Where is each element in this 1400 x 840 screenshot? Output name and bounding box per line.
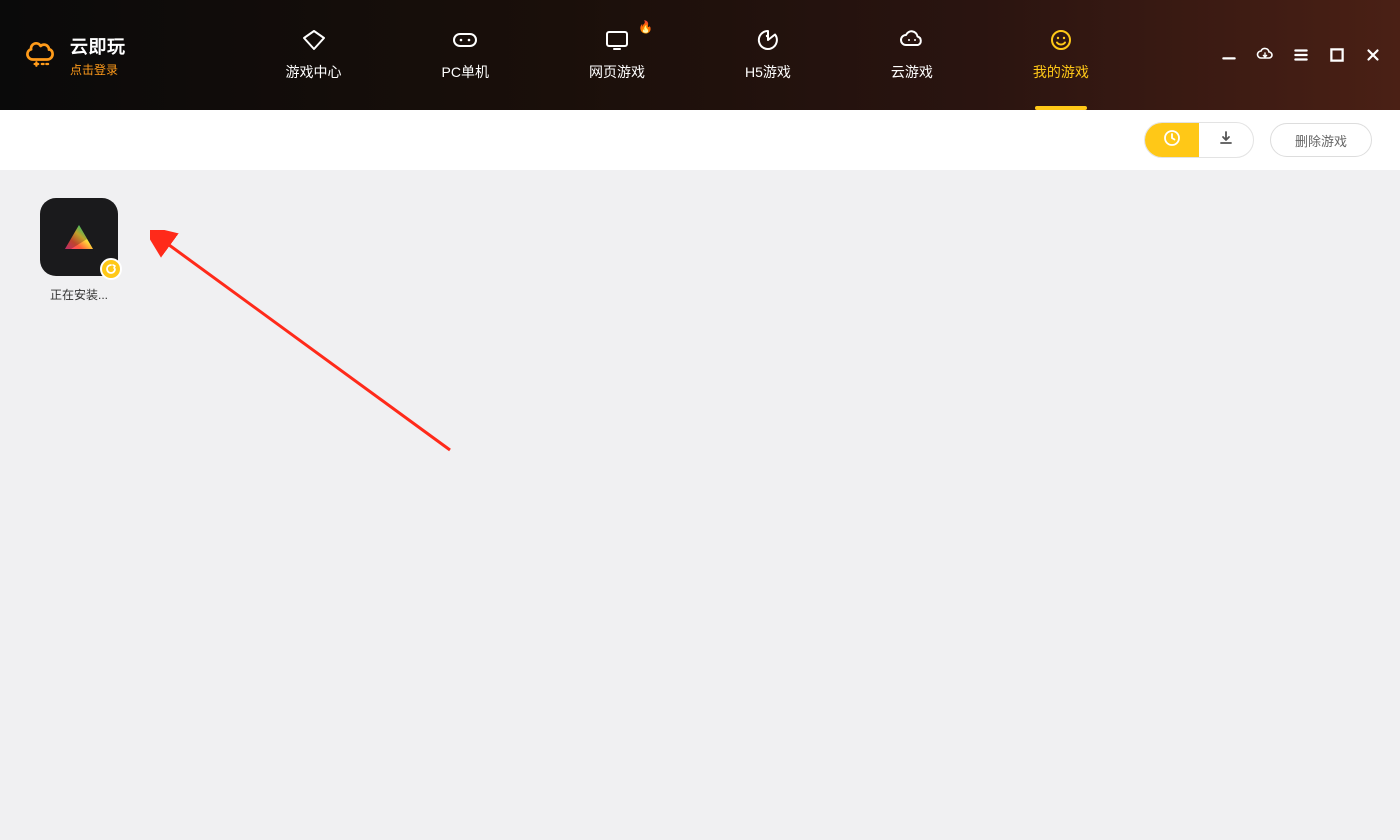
tab-my-games[interactable]: 我的游戏 — [1013, 0, 1109, 110]
delete-games-button[interactable]: 删除游戏 — [1270, 123, 1372, 157]
tab-game-center[interactable]: 游戏中心 — [266, 0, 362, 110]
download-icon — [1217, 129, 1235, 152]
tab-web-games[interactable]: 🔥 网页游戏 — [569, 0, 665, 110]
content-area: 正在安装... — [0, 170, 1400, 840]
maximize-button[interactable] — [1328, 46, 1346, 64]
logo-area[interactable]: 云即玩 点击登录 — [0, 33, 126, 78]
tab-label: H5游戏 — [745, 62, 791, 82]
app-logo-icon — [22, 37, 58, 73]
header-bar: 云即玩 点击登录 游戏中心 PC单机 🔥 网页游戏 — [0, 0, 1400, 110]
close-button[interactable] — [1364, 46, 1382, 64]
cloud-gamepad-icon — [898, 28, 926, 52]
toolbar: 删除游戏 — [0, 110, 1400, 170]
monitor-icon — [603, 28, 631, 52]
app-item[interactable]: 正在安装... — [40, 198, 118, 303]
nav-tabs: 游戏中心 PC单机 🔥 网页游戏 H5游戏 云游戏 — [266, 0, 1109, 110]
menu-button[interactable] — [1292, 46, 1310, 64]
tab-label: PC单机 — [442, 62, 489, 82]
tab-label: 网页游戏 — [589, 62, 645, 82]
pacman-icon — [754, 28, 782, 52]
tab-h5-games[interactable]: H5游戏 — [725, 0, 811, 110]
cloud-sync-icon[interactable] — [1256, 46, 1274, 64]
clock-icon — [1163, 129, 1181, 152]
annotation-arrow — [150, 230, 470, 470]
hot-badge-icon: 🔥 — [638, 20, 653, 34]
install-badge-icon — [100, 258, 122, 280]
toggle-download[interactable] — [1199, 123, 1253, 157]
app-label: 正在安装... — [50, 286, 108, 303]
app-icon — [40, 198, 118, 276]
login-prompt[interactable]: 点击登录 — [70, 61, 126, 78]
diamond-icon — [300, 28, 328, 52]
tab-pc-single[interactable]: PC单机 — [422, 0, 509, 110]
window-controls — [1220, 46, 1382, 64]
smiley-icon — [1047, 28, 1075, 52]
view-toggle — [1144, 122, 1254, 158]
toggle-recent[interactable] — [1145, 123, 1199, 157]
logo-text: 云即玩 点击登录 — [70, 33, 126, 78]
tab-label: 我的游戏 — [1033, 62, 1089, 82]
tab-cloud-games[interactable]: 云游戏 — [871, 0, 953, 110]
brand-name: 云即玩 — [70, 33, 126, 59]
gamepad-icon — [451, 28, 479, 52]
tab-label: 云游戏 — [891, 62, 933, 82]
minimize-button[interactable] — [1220, 46, 1238, 64]
tab-label: 游戏中心 — [286, 62, 342, 82]
